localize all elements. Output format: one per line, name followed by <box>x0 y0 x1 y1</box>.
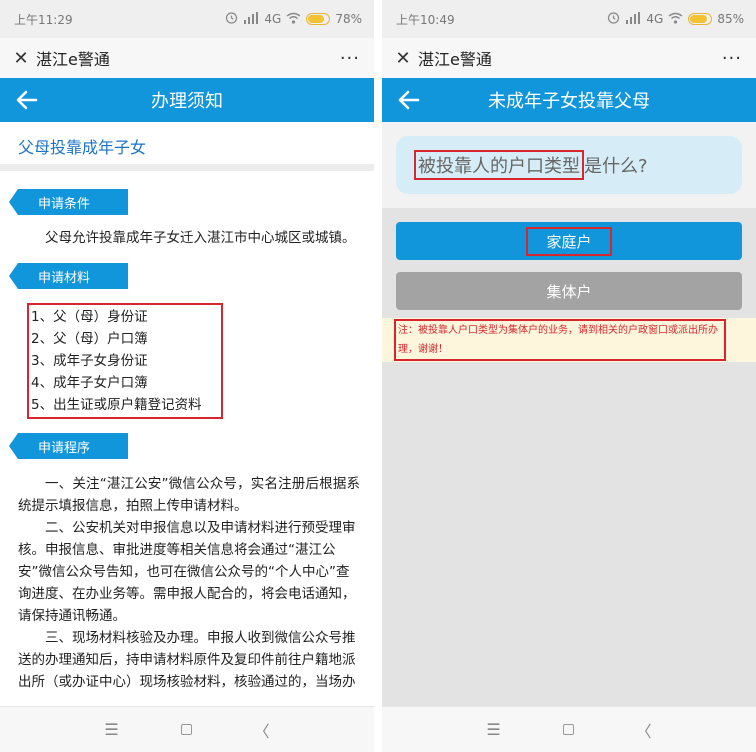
wifi-icon <box>668 12 683 27</box>
alarm-icon <box>225 11 238 27</box>
question-rest: 是什么? <box>584 156 648 177</box>
battery-icon <box>688 13 713 25</box>
family-household-label: 家庭户 <box>526 226 612 256</box>
menu-icon[interactable]: ☰ <box>486 720 500 739</box>
family-household-button[interactable]: 家庭户 <box>396 222 742 260</box>
nav-title: 未成年子女投靠父母 <box>488 91 650 112</box>
home-icon[interactable] <box>180 724 192 735</box>
alarm-icon <box>607 11 620 27</box>
list-item: 4、成年子女户口簿 <box>31 375 148 391</box>
question-box: 被投靠人的户口类型 是什么? <box>396 136 742 194</box>
section-divider <box>0 164 374 171</box>
close-icon[interactable]: ✕ <box>12 48 30 69</box>
home-icon[interactable] <box>562 724 574 735</box>
conditions-text: 父母允许投靠成年子女迁入湛江市中心城区或城镇。 <box>45 230 356 246</box>
question-highlight: 被投靠人的户口类型 <box>414 150 584 180</box>
question-content: 被投靠人的户口类型 是什么? 家庭户 集体户 注：被投靠人户口类型为集体户的业务… <box>382 122 756 706</box>
nav-title: 办理须知 <box>151 91 223 112</box>
notice-text: 注：被投靠人户口类型为集体户的业务，请到相关的户政窗口或派出所办理，谢谢！ <box>394 319 726 361</box>
back-icon[interactable]: 〈 <box>254 718 270 742</box>
status-bar: 上午11:29 4G 78% <box>0 0 374 38</box>
collective-household-button[interactable]: 集体户 <box>396 272 742 310</box>
menu-icon[interactable]: ☰ <box>104 720 118 739</box>
more-menu-button[interactable]: ··· <box>340 48 360 69</box>
system-nav-bar: ☰ 〈 <box>382 706 756 752</box>
materials-list: 1、父（母）身份证 2、父（母）户口簿 3、成年子女身份证 4、成年子女户口簿 … <box>27 303 223 419</box>
more-menu-button[interactable]: ··· <box>722 48 742 69</box>
phone-screen-right: 上午10:49 4G 85% ✕ 湛江e警通 ··· 未成年子女投靠父母 被投靠… <box>382 0 756 752</box>
app-titlebar: ✕ 湛江e警通 ··· <box>0 38 374 78</box>
notice-bar: 注：被投靠人户口类型为集体户的业务，请到相关的户政窗口或派出所办理，谢谢！ <box>382 318 756 362</box>
signal-icon <box>625 11 641 27</box>
section-tag-conditions: 申请条件 <box>9 189 128 215</box>
instructions-content[interactable]: 父母投靠成年子女 申请条件 父母允许投靠成年子女迁入湛江市中心城区或城镇。 申请… <box>0 122 374 706</box>
procedure-step-1: 一、关注“湛江公安”微信公众号，实名注册后根据系统提示填报信息，拍照上传申请材料… <box>18 476 360 514</box>
status-icons: 4G 85% <box>607 11 744 27</box>
list-item: 5、出生证或原户籍登记资料 <box>31 397 202 413</box>
battery-icon <box>306 13 331 25</box>
section-tag-materials: 申请材料 <box>9 263 128 289</box>
network-type: 4G <box>264 12 282 26</box>
nav-bar: 未成年子女投靠父母 <box>382 78 756 122</box>
procedure-step-2: 二、公安机关对申报信息以及申请材料进行预受理审核。申报信息、审批进度等相关信息将… <box>18 520 356 624</box>
status-bar: 上午10:49 4G 85% <box>382 0 756 38</box>
back-icon[interactable]: 〈 <box>636 718 652 742</box>
nav-bar: 办理须知 <box>0 78 374 122</box>
wifi-icon <box>286 12 301 27</box>
procedure-step-3: 三、现场材料核验及办理。申报人收到微信公众号推送的办理通知后，持申请材料原件及复… <box>18 630 356 690</box>
list-item: 2、父（母）户口簿 <box>31 331 148 347</box>
section-tag-procedure: 申请程序 <box>9 433 128 459</box>
app-title: 湛江e警通 <box>418 50 492 69</box>
status-time: 上午11:29 <box>14 12 73 27</box>
close-icon[interactable]: ✕ <box>394 48 412 69</box>
app-titlebar: ✕ 湛江e警通 ··· <box>382 38 756 78</box>
back-arrow-icon[interactable] <box>396 87 422 113</box>
status-time: 上午10:49 <box>396 12 455 27</box>
back-arrow-icon[interactable] <box>14 87 40 113</box>
app-title: 湛江e警通 <box>36 50 110 69</box>
list-item: 1、父（母）身份证 <box>31 309 148 325</box>
page-heading: 父母投靠成年子女 <box>18 138 147 157</box>
phone-screen-left: 上午11:29 4G 78% ✕ 湛江e警通 ··· 办理须知 父母投靠成年子女… <box>0 0 374 752</box>
list-item: 3、成年子女身份证 <box>31 353 148 369</box>
battery-percent: 85% <box>717 12 744 26</box>
status-icons: 4G 78% <box>225 11 362 27</box>
signal-icon <box>243 11 259 27</box>
network-type: 4G <box>646 12 664 26</box>
system-nav-bar: ☰ 〈 <box>0 706 374 752</box>
choice-area: 家庭户 集体户 注：被投靠人户口类型为集体户的业务，请到相关的户政窗口或派出所办… <box>382 208 756 706</box>
battery-percent: 78% <box>335 12 362 26</box>
collective-household-label: 集体户 <box>546 282 592 301</box>
